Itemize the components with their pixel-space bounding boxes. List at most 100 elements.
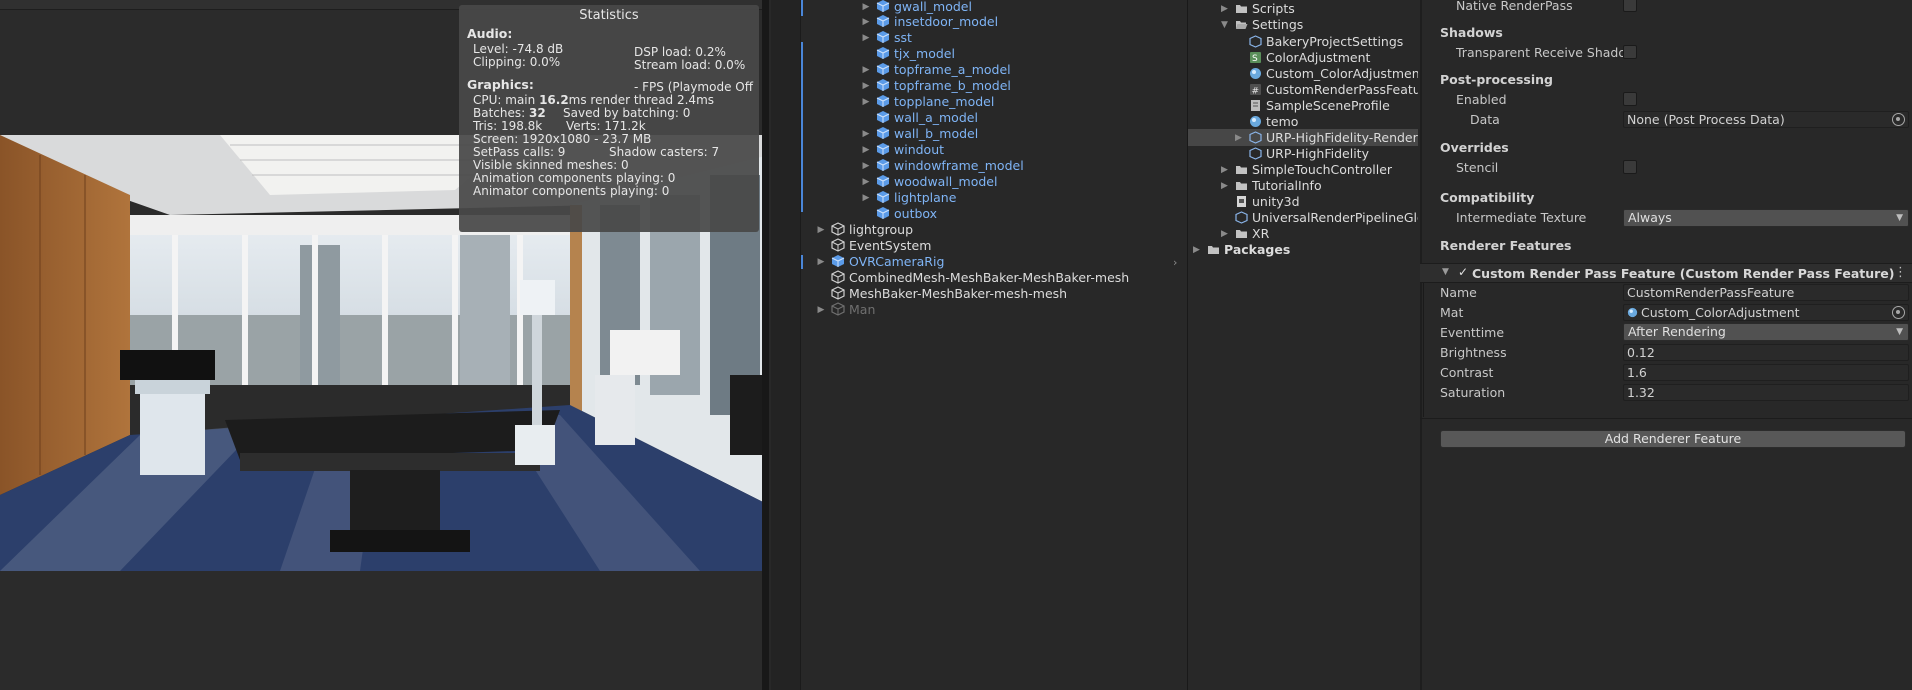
hierarchy-item[interactable]: wall_a_model — [876, 110, 978, 126]
expand-arrow-icon[interactable]: ▶ — [860, 142, 872, 158]
project-item[interactable]: # CustomRenderPassFeature — [1249, 82, 1418, 98]
hierarchy-item[interactable]: ▶ gwall_model — [863, 0, 972, 15]
native-renderpass-checkbox[interactable] — [1623, 0, 1637, 12]
expand-arrow-icon[interactable]: ▶ — [860, 190, 872, 206]
project-panel[interactable]: ▶ Scripts ▼ Settings BakeryProjectSettings… — [1188, 0, 1418, 690]
stencil-checkbox[interactable] — [1623, 160, 1637, 174]
expand-arrow-icon[interactable]: ▶ — [815, 222, 827, 238]
post-processing-enabled-checkbox[interactable] — [1623, 92, 1637, 106]
expand-arrow-icon[interactable]: ▶ — [860, 14, 872, 30]
screen-readout: Screen: 1920x1080 - 23.7 MB — [473, 132, 652, 146]
expand-arrow-icon[interactable]: ▶ — [860, 78, 872, 94]
prefab-icon — [876, 63, 890, 75]
hierarchy-item[interactable]: ▶ wall_b_model — [863, 126, 979, 142]
prefab-icon — [876, 111, 890, 123]
project-item[interactable]: UniversalRenderPipelineGlobalS — [1235, 210, 1418, 226]
hierarchy-item[interactable]: ▶ windowframe_model — [863, 158, 1024, 174]
hierarchy-item[interactable]: ▶ insetdoor_model — [863, 14, 999, 30]
object-picker-icon[interactable] — [1892, 306, 1905, 319]
intermediate-texture-label: Intermediate Texture — [1456, 210, 1587, 225]
eventtime-dropdown[interactable]: After Rendering ▼ — [1623, 323, 1909, 341]
project-item[interactable]: ▶ Packages — [1193, 242, 1290, 258]
brightness-label: Brightness — [1440, 345, 1507, 360]
project-item[interactable]: ▶ SimpleTouchController — [1221, 162, 1392, 178]
setpass-calls: SetPass calls: 9 — [473, 145, 566, 159]
project-item[interactable]: ▼ Settings — [1221, 17, 1303, 33]
hierarchy-item[interactable]: tjx_model — [876, 46, 955, 62]
hierarchy-item[interactable]: ▶ lightplane — [863, 190, 957, 206]
prefab-icon — [876, 207, 890, 219]
game-view[interactable]: Statistics Audio: Level: -74.8 dB Clippi… — [0, 0, 769, 690]
project-item[interactable]: temo — [1249, 114, 1298, 130]
expand-arrow-icon[interactable]: ▶ — [860, 126, 872, 142]
renderer-feature-header[interactable]: ▼ ✓ Custom Render Pass Feature (Custom R… — [1420, 263, 1912, 283]
object-picker-icon[interactable] — [1892, 113, 1905, 126]
chevron-right-icon[interactable]: › — [1173, 255, 1177, 271]
expand-arrow-icon[interactable]: ▶ — [1235, 130, 1242, 146]
post-process-data-field[interactable]: None (Post Process Data) — [1623, 111, 1909, 128]
hierarchy-item[interactable]: EventSystem — [831, 238, 931, 254]
mat-label: Mat — [1440, 305, 1464, 320]
prefab-icon — [876, 31, 890, 43]
add-renderer-feature-button[interactable]: Add Renderer Feature — [1440, 430, 1906, 448]
expand-arrow-icon[interactable]: ▶ — [860, 30, 872, 46]
batches-readout: Batches: 32 — [473, 106, 546, 120]
expand-arrow-icon[interactable]: ▶ — [815, 254, 827, 270]
dsp-load: DSP load: 0.2% — [634, 45, 726, 59]
expand-arrow-icon[interactable]: ▶ — [860, 174, 872, 190]
intermediate-texture-dropdown[interactable]: Always ▼ — [1623, 209, 1909, 227]
overrides-heading: Overrides — [1440, 140, 1509, 155]
hierarchy-item[interactable]: ▶ sst — [863, 30, 912, 46]
hierarchy-item[interactable]: ▶ Man — [818, 302, 876, 318]
svg-text:S: S — [1252, 54, 1258, 64]
hierarchy-item[interactable]: ▶ woodwall_model — [863, 174, 998, 190]
hierarchy-item[interactable]: ▶ topframe_a_model — [863, 62, 1011, 78]
expand-arrow-icon[interactable]: ▶ — [860, 94, 872, 110]
saved-by-batching: Saved by batching: 0 — [563, 106, 691, 120]
open-folder-icon — [1236, 21, 1248, 29]
brightness-input[interactable]: 0.12 — [1623, 344, 1909, 361]
project-item-selected[interactable]: ▶ URP-HighFidelity-Renderer — [1235, 130, 1418, 146]
collapse-arrow-icon[interactable]: ▼ — [1221, 17, 1228, 33]
expand-arrow-icon[interactable]: ▶ — [815, 302, 827, 318]
saturation-input[interactable]: 1.32 — [1623, 384, 1909, 401]
project-item[interactable]: unity3d — [1235, 194, 1300, 210]
project-item[interactable]: ▶ XR — [1221, 226, 1269, 242]
hierarchy-item[interactable]: ▶ lightgroup — [818, 222, 913, 238]
visible-skinned-meshes: Visible skinned meshes: 0 — [473, 158, 629, 172]
hierarchy-item[interactable]: MeshBaker-MeshBaker-mesh-mesh — [831, 286, 1067, 302]
hierarchy-item[interactable]: ▶ topplane_model — [863, 94, 995, 110]
mat-object-field[interactable]: Custom_ColorAdjustment — [1623, 304, 1909, 321]
hierarchy-item[interactable]: outbox — [876, 206, 937, 222]
hierarchy-panel[interactable]: ▶ gwall_model ▶ insetdoor_model ▶ sst tjx_m… — [771, 0, 1187, 690]
expand-arrow-icon[interactable]: ▶ — [860, 0, 872, 15]
project-item[interactable]: S ColorAdjustment — [1249, 50, 1370, 66]
expand-arrow-icon[interactable]: ▶ — [1221, 226, 1228, 242]
inspector-panel[interactable]: Native RenderPass Shadows Transparent Re… — [1420, 0, 1912, 690]
hierarchy-item[interactable]: ▶ windout — [863, 142, 945, 158]
feature-enabled-checkmark-icon[interactable]: ✓ — [1458, 265, 1468, 279]
expand-arrow-icon[interactable]: ▶ — [1221, 1, 1228, 17]
project-item[interactable]: Custom_ColorAdjustment — [1249, 66, 1418, 82]
foldout-arrow-icon[interactable]: ▼ — [1442, 267, 1449, 277]
project-item[interactable]: URP-HighFidelity — [1249, 146, 1369, 162]
expand-arrow-icon[interactable]: ▶ — [1193, 242, 1200, 258]
hierarchy-item[interactable]: ▶ topframe_b_model — [863, 78, 1011, 94]
project-item[interactable]: SampleSceneProfile — [1249, 98, 1390, 114]
hierarchy-item[interactable]: CombinedMesh-MeshBaker-MeshBaker-mesh — [831, 270, 1129, 286]
prefab-icon — [876, 79, 890, 91]
expand-arrow-icon[interactable]: ▶ — [860, 158, 872, 174]
project-item[interactable]: BakeryProjectSettings — [1249, 34, 1403, 50]
dropdown-arrow-icon: ▼ — [1896, 213, 1903, 223]
contrast-input[interactable]: 1.6 — [1623, 364, 1909, 381]
post-process-data-label: Data — [1470, 112, 1500, 127]
feature-name-input[interactable]: CustomRenderPassFeature — [1623, 284, 1909, 301]
kebab-menu-icon[interactable]: ⋮ — [1894, 265, 1907, 280]
project-item[interactable]: ▶ TutorialInfo — [1221, 178, 1322, 194]
expand-arrow-icon[interactable]: ▶ — [1221, 178, 1228, 194]
expand-arrow-icon[interactable]: ▶ — [860, 62, 872, 78]
hierarchy-item[interactable]: ▶ OVRCameraRig — [818, 254, 945, 270]
project-item[interactable]: ▶ Scripts — [1221, 1, 1295, 17]
expand-arrow-icon[interactable]: ▶ — [1221, 162, 1228, 178]
transparent-receive-shadow-checkbox[interactable] — [1623, 45, 1637, 59]
